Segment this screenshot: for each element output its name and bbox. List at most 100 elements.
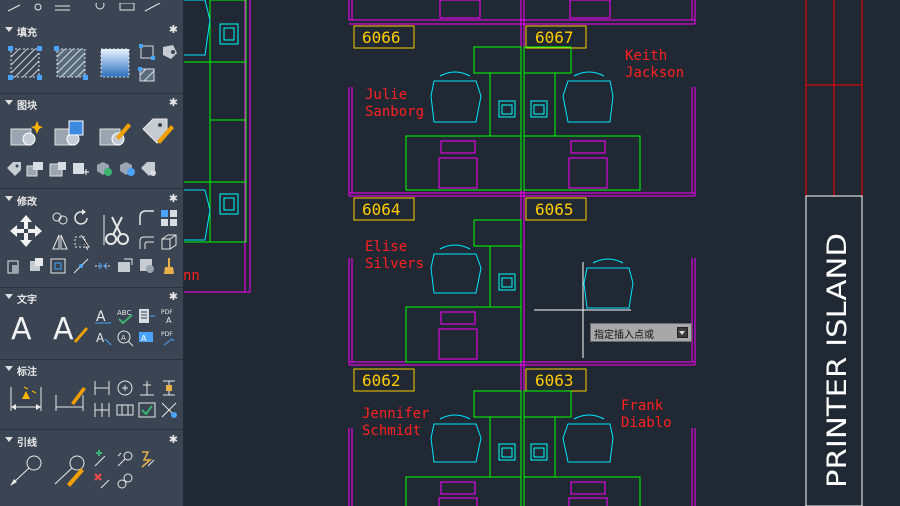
add-leader-icon[interactable] — [93, 450, 111, 468]
desk-number-6065: 6065 — [535, 200, 574, 219]
name-elise-line1: Elise — [365, 239, 407, 255]
mirror-icon[interactable] — [51, 233, 69, 251]
linear-dim-icon[interactable] — [93, 379, 111, 397]
text-mask-icon[interactable]: A — [138, 329, 156, 347]
offset-icon[interactable] — [138, 233, 156, 251]
paint-brush-icon[interactable] — [160, 257, 178, 275]
collapse-triangle-icon[interactable] — [5, 366, 13, 371]
insert-point-prompt[interactable]: 指定插入点或 — [590, 323, 692, 342]
gear-icon[interactable]: ✱ — [169, 433, 178, 446]
add-to-block-icon[interactable] — [72, 161, 90, 177]
name-julie-line1: Julie — [365, 87, 407, 103]
gear-icon[interactable]: ✱ — [169, 290, 178, 303]
hatch-pattern-icon[interactable] — [54, 46, 88, 80]
collect-leader-icon[interactable] — [138, 450, 156, 468]
leader-style-icon[interactable] — [51, 454, 89, 488]
block-attribute-icon[interactable] — [140, 161, 158, 177]
dropdown-arrow-icon[interactable] — [677, 327, 688, 338]
scale-icon[interactable] — [6, 257, 24, 275]
dim-edit-icon[interactable] — [160, 401, 178, 419]
block-replace-icon[interactable] — [118, 161, 136, 177]
pdf-import-icon[interactable]: PDF — [160, 329, 178, 347]
block-editor-icon[interactable] — [49, 161, 67, 177]
gear-icon[interactable]: ✱ — [169, 96, 178, 109]
section-hatch: 填充 ✱ — [0, 22, 183, 92]
svg-text:A: A — [53, 312, 74, 345]
section-modify-header[interactable]: 修改 ✱ — [0, 191, 183, 209]
break-icon[interactable] — [72, 257, 90, 275]
svg-text:PDF: PDF — [161, 331, 173, 338]
dimension-icon[interactable] — [8, 381, 44, 415]
section-text: 文字 ✱ A A A ABC PDF A A A A PDF — [0, 289, 183, 359]
center-mark-icon[interactable] — [116, 379, 134, 397]
copy-icon[interactable] — [51, 209, 69, 227]
trim-icon[interactable] — [98, 213, 132, 247]
lengthen-icon[interactable] — [116, 257, 134, 275]
edit-block-icon[interactable] — [98, 119, 132, 149]
array-icon[interactable] — [160, 209, 178, 227]
section-modify: 修改 ✱ — [0, 191, 183, 286]
ordinate-dim-icon[interactable] — [160, 379, 178, 397]
partial-name: nn — [183, 268, 200, 284]
attribute-edit-icon[interactable] — [141, 117, 175, 149]
find-text-icon[interactable]: A — [116, 329, 134, 347]
fillet-icon[interactable] — [138, 209, 156, 227]
name-keith-line2: Jackson — [625, 65, 684, 81]
hatch-tool-icon[interactable] — [8, 46, 42, 80]
tolerance-icon[interactable] — [116, 401, 134, 419]
section-text-header[interactable]: 文字 ✱ — [0, 289, 183, 307]
svg-text:A: A — [121, 334, 126, 342]
collapse-triangle-icon[interactable] — [5, 27, 13, 32]
multileader-icon[interactable] — [8, 454, 44, 488]
create-block-icon[interactable] — [9, 119, 43, 149]
define-attribute-icon[interactable] — [6, 161, 24, 177]
manage-attributes-icon[interactable] — [26, 161, 44, 177]
sync-block-icon[interactable] — [95, 161, 113, 177]
text-edit-icon[interactable]: A — [94, 329, 112, 347]
collapse-triangle-icon[interactable] — [5, 294, 13, 299]
section-dimension-header[interactable]: 标注 — [0, 361, 183, 379]
boundary-icon[interactable] — [138, 43, 156, 61]
desk-number-6062: 6062 — [362, 371, 401, 390]
spell-check-icon[interactable]: ABC — [116, 307, 134, 325]
multiline-text-icon[interactable]: A — [10, 311, 42, 345]
continue-dim-icon[interactable] — [93, 401, 111, 419]
rotate-icon[interactable] — [73, 209, 91, 227]
join-icon[interactable] — [94, 257, 112, 275]
text-align-icon[interactable] — [138, 307, 156, 325]
gear-icon[interactable]: ✱ — [169, 192, 178, 205]
remove-leader-icon[interactable] — [93, 472, 111, 490]
dim-check-icon[interactable] — [138, 401, 156, 419]
region-icon[interactable] — [161, 43, 179, 61]
align-icon[interactable] — [138, 257, 156, 275]
dim-style-icon[interactable] — [53, 381, 89, 415]
section-title: 文字 — [17, 295, 37, 306]
wipeout-icon[interactable] — [138, 65, 156, 83]
desk-number-6064: 6064 — [362, 200, 401, 219]
gradient-icon[interactable] — [98, 46, 132, 80]
collapse-triangle-icon[interactable] — [5, 196, 13, 201]
prompt-text: 指定插入点或 — [594, 330, 654, 341]
baseline-dim-icon[interactable] — [138, 379, 156, 397]
section-leader-header[interactable]: 引线 ✱ — [0, 432, 183, 450]
move-icon[interactable] — [9, 214, 43, 248]
insert-block-icon[interactable] — [53, 119, 87, 149]
3d-box-icon[interactable] — [160, 233, 178, 251]
gear-icon[interactable]: ✱ — [169, 23, 178, 36]
section-block: 图块 ✱ — [0, 95, 183, 187]
section-hatch-header[interactable]: 填充 ✱ — [0, 22, 183, 40]
single-line-text-icon[interactable]: A — [94, 307, 112, 325]
section-leader: 引线 ✱ — [0, 432, 183, 506]
text-style-icon[interactable]: A — [52, 311, 88, 345]
section-block-header[interactable]: 图块 ✱ — [0, 95, 183, 113]
erase-icon[interactable] — [27, 257, 45, 275]
stretch-icon[interactable] — [73, 233, 91, 251]
svg-text:A: A — [141, 334, 147, 343]
name-keith-line1: Keith — [625, 48, 667, 64]
align-leader-icon[interactable] — [116, 450, 134, 468]
collapse-triangle-icon[interactable] — [5, 437, 13, 442]
collapse-triangle-icon[interactable] — [5, 100, 13, 105]
pdf-text-icon[interactable]: PDF A — [160, 307, 178, 325]
leader-link-icon[interactable] — [116, 472, 134, 490]
explode-icon[interactable] — [49, 257, 67, 275]
